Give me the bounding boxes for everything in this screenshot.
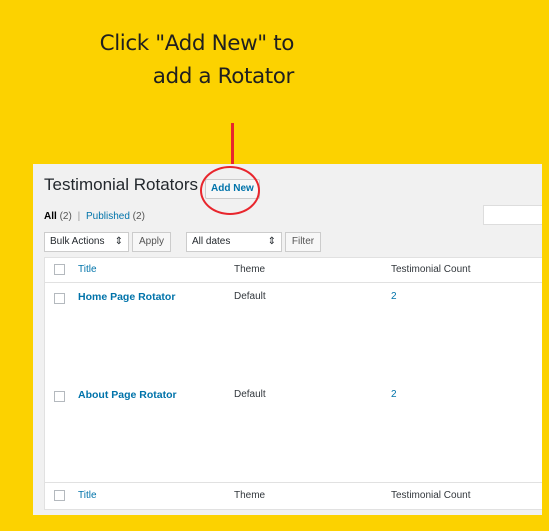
table-header-row: Title Theme Testimonial Count bbox=[45, 258, 542, 283]
table-row: About Page Rotator Default 2 bbox=[45, 381, 542, 469]
callout-line-2: add a Rotator bbox=[152, 64, 295, 89]
view-published-link[interactable]: Published bbox=[86, 211, 130, 222]
highlight-circle bbox=[200, 166, 260, 215]
row-checkbox[interactable] bbox=[54, 391, 65, 402]
apply-button[interactable]: Apply bbox=[132, 232, 171, 252]
rotator-title-link[interactable]: About Page Rotator bbox=[78, 389, 177, 401]
filter-button[interactable]: Filter bbox=[285, 232, 321, 252]
bulk-actions-select[interactable]: Bulk Actions ⇕ bbox=[44, 232, 129, 252]
date-filter-select[interactable]: All dates ⇕ bbox=[186, 232, 282, 252]
callout-line-1: Click "Add New" to bbox=[99, 31, 295, 56]
select-arrows-icon: ⇕ bbox=[267, 236, 276, 247]
select-all-checkbox[interactable] bbox=[54, 264, 65, 275]
column-count-header: Testimonial Count bbox=[391, 264, 471, 275]
view-all-count: (2) bbox=[59, 211, 72, 222]
bulk-actions-value: Bulk Actions bbox=[50, 236, 105, 247]
column-theme-header: Theme bbox=[234, 264, 266, 275]
view-published-count: (2) bbox=[132, 211, 145, 222]
rotator-count-link[interactable]: 2 bbox=[391, 291, 397, 302]
page-title: Testimonial Rotators bbox=[44, 175, 199, 194]
column-title-header[interactable]: Title bbox=[78, 264, 97, 275]
select-all-checkbox-footer[interactable] bbox=[54, 490, 65, 501]
select-arrows-icon: ⇕ bbox=[114, 236, 123, 247]
column-count-footer: Testimonial Count bbox=[391, 490, 471, 501]
search-input[interactable] bbox=[483, 205, 542, 225]
view-all-link[interactable]: All bbox=[44, 211, 57, 222]
view-separator: | bbox=[77, 211, 81, 222]
rotators-table: Title Theme Testimonial Count Home Page … bbox=[44, 257, 542, 510]
status-filter-views: All (2) | Published (2) bbox=[44, 211, 145, 222]
admin-panel: Testimonial Rotators Add New All (2) | P… bbox=[33, 164, 542, 515]
rotator-title-link[interactable]: Home Page Rotator bbox=[78, 291, 175, 303]
table-footer-row: Title Theme Testimonial Count bbox=[45, 482, 542, 509]
rotator-theme: Default bbox=[234, 389, 266, 400]
rotator-count-link[interactable]: 2 bbox=[391, 389, 397, 400]
table-row: Home Page Rotator Default 2 bbox=[45, 283, 542, 371]
row-checkbox[interactable] bbox=[54, 293, 65, 304]
column-theme-footer: Theme bbox=[234, 490, 266, 501]
column-title-footer[interactable]: Title bbox=[78, 490, 97, 501]
date-filter-value: All dates bbox=[192, 236, 231, 247]
rotator-theme: Default bbox=[234, 291, 266, 302]
